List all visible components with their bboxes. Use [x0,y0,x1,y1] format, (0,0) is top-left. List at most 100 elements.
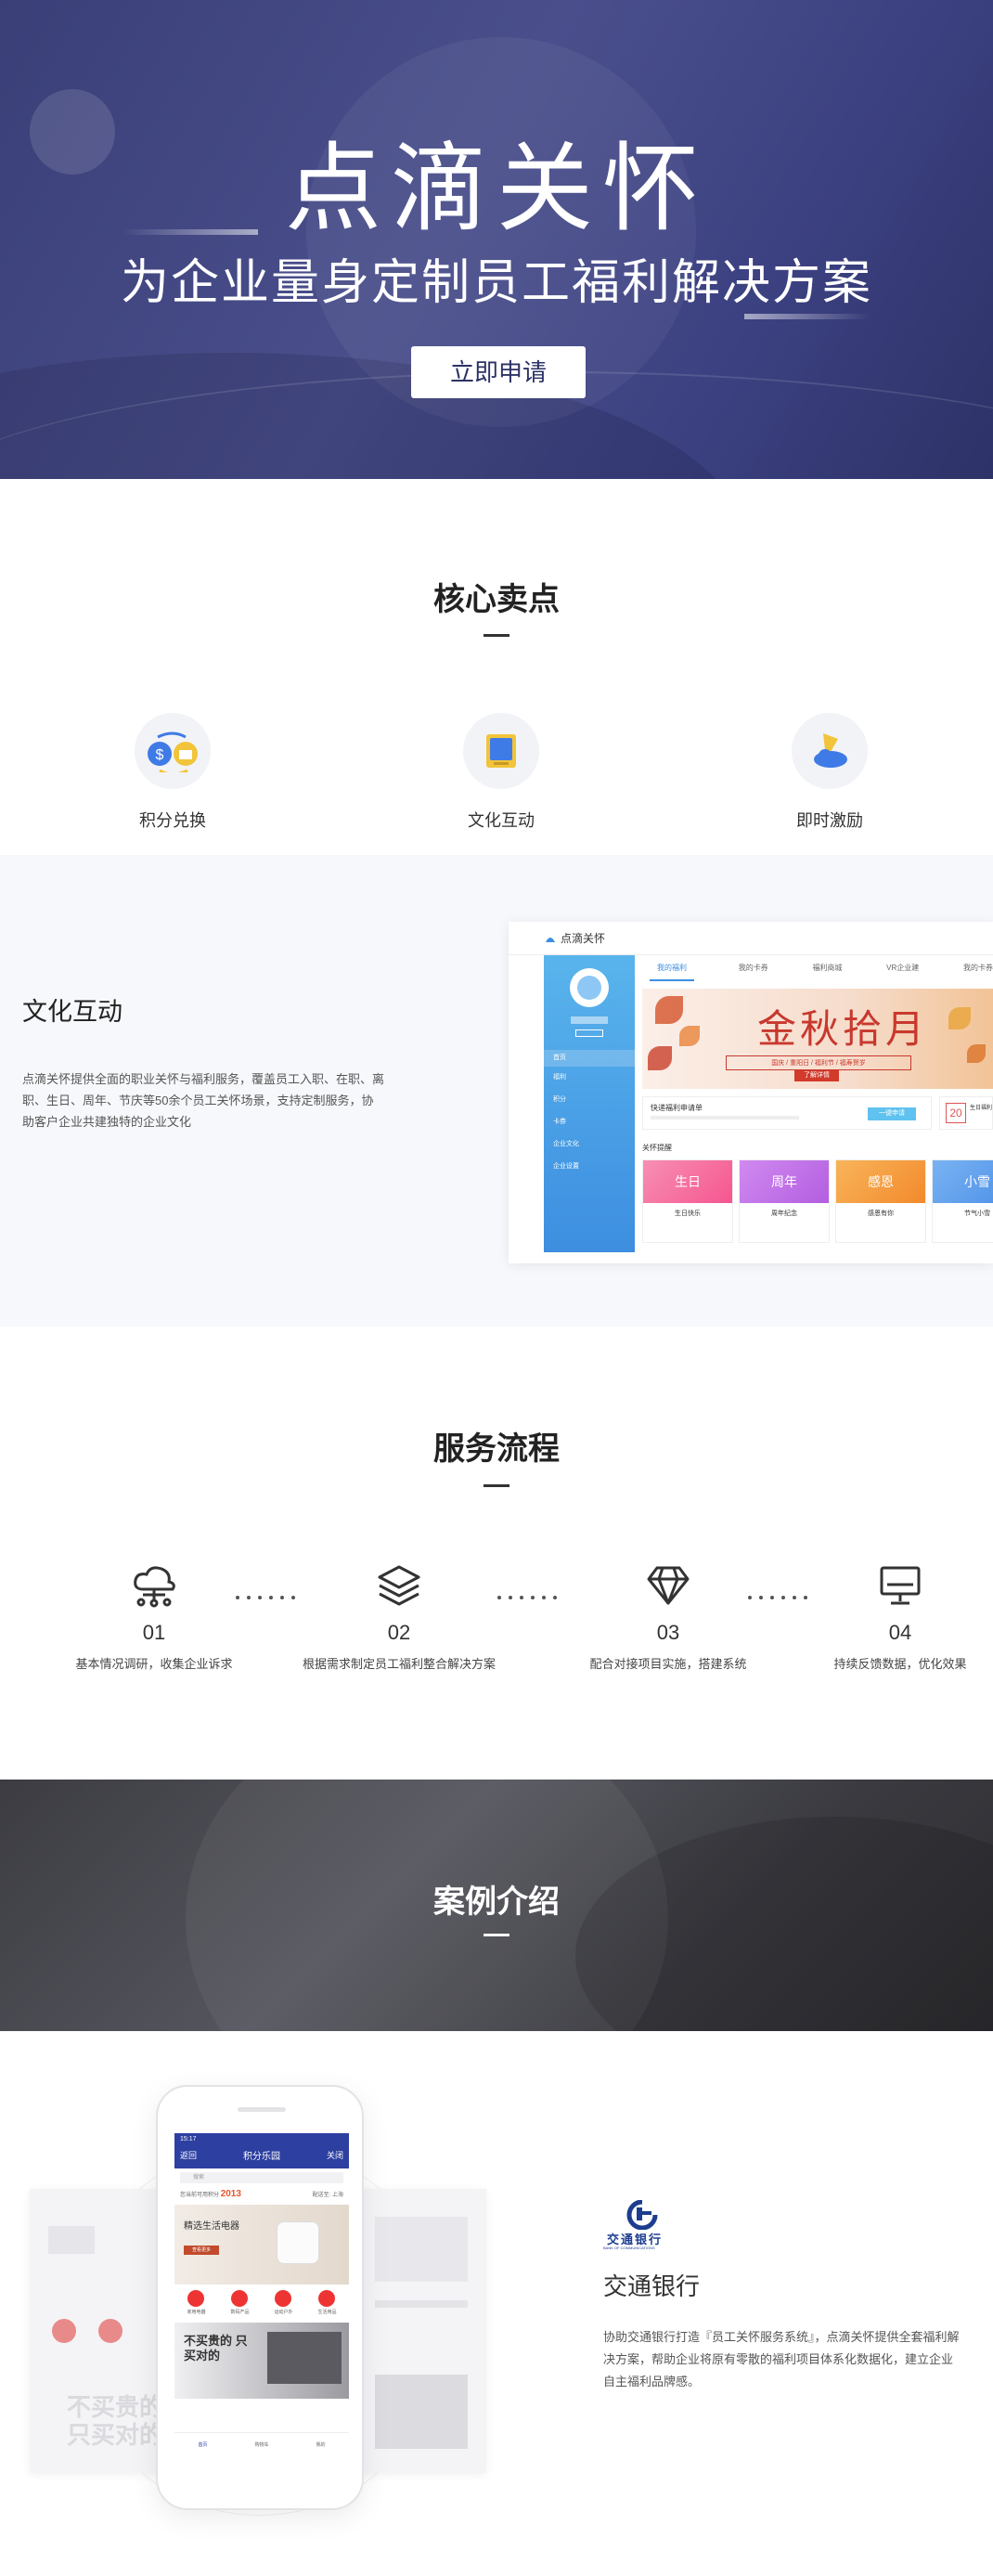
banner-title: 金秋拾月 [757,1006,929,1052]
step-number: 03 [656,1621,680,1644]
care-card-anniversary[interactable]: 周年 周年纪念 [739,1159,830,1243]
culture-book-icon [463,713,539,789]
step-text: 持续反馈数据，优化效果 [833,1657,967,1671]
mockup-tab[interactable]: 我的卡券 [963,963,993,981]
quick-apply-card: 快递福利申请单 一键申请 [642,1096,932,1130]
title-divider [484,1934,509,1936]
step-number: 04 [888,1621,912,1644]
cases-banner: 案例介绍 [0,1780,993,2031]
dashboard-mockup: 点滴关怀 首页 福利 积分 卡券 企业文化 企业设置 我的福利 我的卡券 福利商… [509,922,993,1263]
title-divider [484,634,509,637]
phone-category[interactable]: 运动户外 [274,2290,293,2315]
date-card: 20 生日福利 [939,1096,993,1130]
nav-mine[interactable]: 我的 [316,2441,325,2448]
step-connector [748,1596,807,1599]
feature-label: 积分兑换 [139,811,206,830]
phone-category[interactable]: 生活用品 [317,2290,337,2315]
instant-reward-icon [792,713,868,789]
sidebar-item-points[interactable]: 积分 [544,1089,635,1111]
process-step-3: 03 配合对接项目实施，搭建系统 [548,1561,789,1672]
process-step-1: 01 基本情况调研，收集企业诉求 [33,1561,275,1672]
mockup-tab[interactable]: 福利商城 [812,963,842,981]
phone-screen: 15:17 返回 积分乐园 关闭 搜索 您当前可用积分 2013 配送至: 上海… [174,2133,349,2456]
feature-points-exchange[interactable]: $ 积分兑换 [98,713,247,832]
svg-text:$: $ [156,747,164,763]
bank-name: 交通银行 [603,2272,701,2300]
hero-banner: 点滴关怀 为企业量身定制员工福利解决方案 立即申请 [0,0,993,479]
bank-logo: 交通银行 BANK OF COMMUNICATIONS [603,2200,677,2252]
mockup-topbar: 点滴关怀 [509,922,993,955]
banner-detail-button[interactable]: 了解详情 [794,1070,839,1081]
process-section-title: 服务流程 [433,1431,560,1467]
phone-search[interactable]: 搜索 [180,2172,343,2183]
points-value: 2013 [220,2189,241,2199]
banner-subtitle: 国庆 / 重阳日 / 福利节 / 福寿贺岁 [726,1055,911,1070]
process-step-4: 04 持续反馈数据，优化效果 [807,1561,993,1672]
phone-category[interactable]: 家用电器 [187,2290,206,2315]
nav-cart[interactable]: 购物车 [254,2441,268,2448]
sidebar-item-culture[interactable]: 企业文化 [544,1133,635,1156]
sidebar-item-welfare[interactable]: 福利 [544,1067,635,1089]
mockup-tab[interactable]: 我的福利 [650,963,694,981]
feature-culture-interaction[interactable]: 文化互动 [427,713,575,832]
date-number: 20 [946,1103,966,1123]
title-divider [484,1484,509,1487]
mockup-tab[interactable]: VR企业建 [886,963,919,981]
phone-mockup: 15:17 返回 积分乐园 关闭 搜索 您当前可用积分 2013 配送至: 上海… [156,2085,364,2510]
mockup-tabs: 我的福利 我的卡券 福利商城 VR企业建 我的卡券 [650,963,993,981]
phone-app-header: 15:17 返回 积分乐园 关闭 [174,2133,349,2168]
step-text: 根据需求制定员工福利整合解决方案 [302,1657,496,1671]
mockup-sidebar: 首页 福利 积分 卡券 企业文化 企业设置 [544,955,635,1252]
decor-line-right [744,314,870,319]
core-section-title: 核心卖点 [433,582,560,617]
brand-logo: 点滴关怀 [284,136,708,243]
monitor-icon [807,1561,993,1610]
phone-title: 积分乐园 [243,2152,280,2162]
culture-heading: 文化互动 [22,998,123,1026]
culture-description: 点滴关怀提供全面的职业关怀与福利服务，覆盖员工入职、在职、离职、生日、周年、节庆… [22,1072,385,1129]
care-card-snow[interactable]: 小雪 节气小雪 [932,1159,993,1243]
sidebar-item-home[interactable]: 首页 [544,1050,635,1067]
phone-back-button[interactable]: 返回 [180,2149,197,2161]
care-card-birthday[interactable]: 生日 生日快乐 [642,1159,733,1243]
avatar [570,968,609,1007]
quick-apply-button[interactable]: 一键申请 [868,1107,916,1120]
phone-slogan-banner: 不买贵的 只买对的 [174,2323,349,2399]
phone-close-button[interactable]: 关闭 [327,2149,343,2161]
autumn-banner: 金秋拾月 国庆 / 重阳日 / 福利节 / 福寿贺岁 了解详情 [642,989,993,1089]
phone-bottom-nav: 首页 购物车 我的 [174,2432,349,2456]
phone-category[interactable]: 数码产品 [230,2290,250,2315]
sidebar-item-settings[interactable]: 企业设置 [544,1156,635,1178]
culture-detail-section: 文化互动 点滴关怀提供全面的职业关怀与福利服务，覆盖员工入职、在职、离职、生日、… [0,855,993,1327]
process-step-2: 02 根据需求制定员工福利整合解决方案 [278,1561,520,1672]
care-reminder-title: 关怀提醒 [642,1144,672,1152]
points-exchange-icon: $ [135,713,211,789]
care-cards: 生日 生日快乐 周年 周年纪念 感恩 感恩有你 小雪 节气小雪 [642,1159,993,1243]
step-number: 01 [142,1621,166,1644]
nav-home[interactable]: 首页 [198,2441,207,2448]
sidebar-item-coupons[interactable]: 卡券 [544,1111,635,1133]
hero-subtitle: 为企业量身定制员工福利解决方案 [120,256,872,310]
apply-now-button[interactable]: 立即申请 [411,346,586,398]
feature-instant-reward[interactable]: 即时激励 [755,713,904,832]
step-text: 基本情况调研，收集企业诉求 [75,1657,233,1671]
step-text: 配合对接项目实施，搭建系统 [589,1657,747,1671]
quick-apply-title: 快递福利申请单 [651,1104,703,1112]
date-label: 生日福利 [970,1106,993,1111]
step-number: 02 [387,1621,411,1644]
background-screenshot-right [356,2189,486,2473]
drop-logo-icon [546,937,555,942]
mockup-logo: 点滴关怀 [561,932,606,945]
phone-category-row: 家用电器 数码产品 运动户外 生活用品 [174,2288,349,2317]
cloud-network-icon [33,1561,275,1610]
phone-promo-banner: 精选生活电器 查看更多 [174,2205,349,2285]
feature-label: 文化互动 [468,811,535,830]
feature-label: 即时激励 [796,811,863,830]
bank-of-communications-logo-icon [626,2200,658,2230]
care-card-gratitude[interactable]: 感恩 感恩有你 [835,1159,926,1243]
layers-icon [278,1561,520,1610]
diamond-icon [548,1561,789,1610]
cases-section-title: 案例介绍 [433,1884,560,1920]
case-description: 协助交通银行打造『员工关怀服务系统』，点滴关怀提供全套福利解决方案，帮助企业将原… [603,2330,960,2388]
mockup-tab[interactable]: 我的卡券 [739,963,768,981]
